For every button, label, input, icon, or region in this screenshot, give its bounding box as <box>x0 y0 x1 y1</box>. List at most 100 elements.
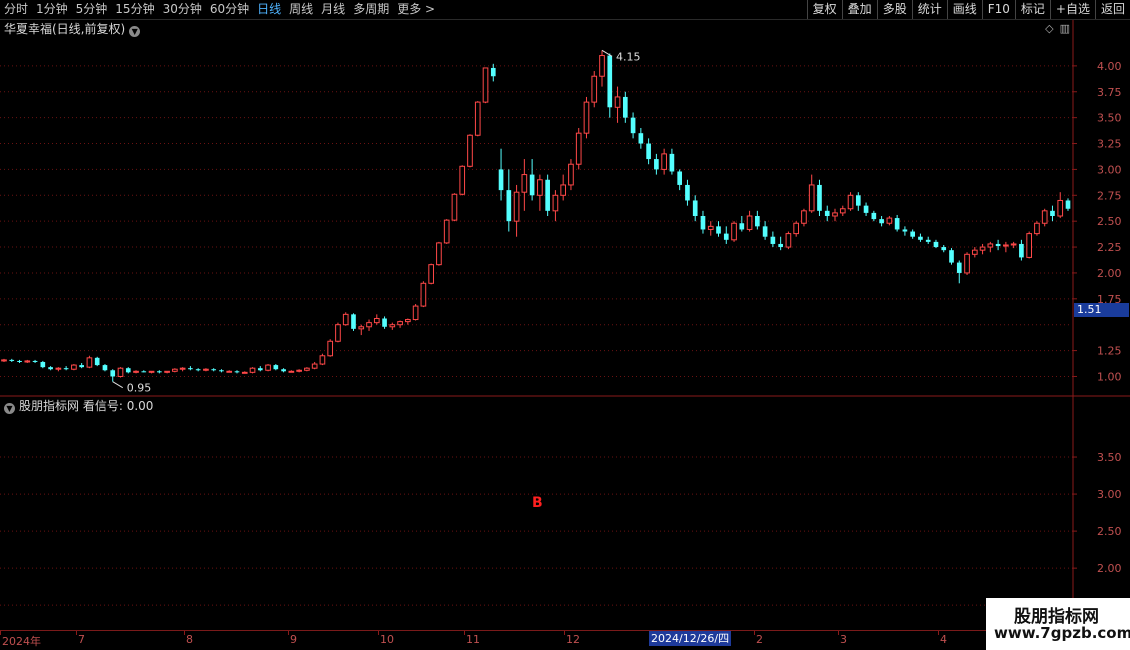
candle-body <box>1050 210 1055 216</box>
time-axis-label: 3 <box>840 633 847 646</box>
candle-body <box>839 208 846 214</box>
candle-body <box>894 218 900 230</box>
candle-body <box>762 226 768 237</box>
candle-body <box>436 242 442 266</box>
chevron-down-icon[interactable]: ▼ <box>4 403 15 414</box>
candle-body <box>739 223 745 230</box>
time-axis-label: 2024年 <box>2 635 41 648</box>
candle-body <box>281 369 286 372</box>
candle-body <box>513 191 520 222</box>
candle-body <box>405 319 411 323</box>
candle-body <box>467 134 473 167</box>
candle-body <box>1057 199 1064 217</box>
candle-body <box>871 212 877 220</box>
candle-body <box>459 165 466 195</box>
candle-body <box>296 369 302 372</box>
candle-body <box>879 219 884 224</box>
indicator-value: 看信号: 0.00 <box>82 399 154 413</box>
time-axis-tick <box>76 631 77 635</box>
indicator-tick-label: 3.50 <box>1097 451 1122 464</box>
candle-body <box>545 179 550 211</box>
candle-body <box>723 233 729 240</box>
candle-body <box>249 367 256 373</box>
current-price-tag: 1.51 <box>1074 303 1129 317</box>
candle-body <box>863 205 869 213</box>
candle-body <box>902 229 908 232</box>
candle-body <box>941 247 947 251</box>
indicator-tick-label: 3.00 <box>1097 488 1122 501</box>
candle-body <box>847 194 854 210</box>
candle-body <box>32 360 38 362</box>
candle-body <box>117 367 124 377</box>
time-axis-tick <box>564 631 565 635</box>
candle-body <box>351 314 356 329</box>
candle-body <box>1041 210 1048 224</box>
candle-body <box>1065 200 1071 209</box>
candle-body <box>575 132 582 165</box>
candle-body <box>755 216 760 227</box>
candle-body <box>995 243 1001 247</box>
candle-body <box>910 231 916 237</box>
candle-body <box>273 365 279 370</box>
buy-signal-marker: B <box>532 495 543 511</box>
candle-body <box>17 360 22 362</box>
candle-body <box>397 321 403 326</box>
date-cursor-label: 2024/12/26/四 <box>649 631 732 646</box>
candle-body <box>1010 243 1017 246</box>
candle-body <box>707 225 714 230</box>
candle-body <box>778 243 783 248</box>
candle-body <box>824 210 830 216</box>
time-axis-tick <box>754 631 755 635</box>
candle-body <box>1 359 7 362</box>
candle-body <box>241 371 248 374</box>
candle-body <box>933 241 939 248</box>
candle-body <box>1019 243 1024 258</box>
candle-body <box>529 174 535 196</box>
candle-body <box>1026 233 1032 258</box>
candle-body <box>964 253 970 274</box>
time-axis: 2024年 7 8 9 10 11 12 2 3 4 <box>0 630 1000 649</box>
time-axis-label: 12 <box>566 633 580 646</box>
candle-body <box>172 368 178 372</box>
candle-body <box>630 117 636 134</box>
candle-body <box>568 163 574 186</box>
kline-chart[interactable]: 4.003.753.503.253.002.752.502.252.001.75… <box>0 0 1130 650</box>
min-pointer <box>112 381 123 389</box>
price-tick-label: 1.00 <box>1097 370 1122 383</box>
price-tick-label: 4.00 <box>1097 60 1122 73</box>
candle-body <box>102 365 108 371</box>
candle-body <box>79 365 84 368</box>
candle-body <box>793 222 800 235</box>
time-axis-tick <box>378 631 379 635</box>
candle-body <box>591 75 598 103</box>
candle-body <box>211 369 217 371</box>
candle-body <box>614 96 621 108</box>
candle-body <box>987 243 994 248</box>
candle-body <box>669 153 675 172</box>
candle-body <box>498 169 504 191</box>
price-tick-label: 2.75 <box>1097 189 1122 202</box>
indicator-title: 股朋指标网 <box>19 399 80 413</box>
price-tick-label: 2.50 <box>1097 215 1122 228</box>
time-axis-tick <box>288 631 289 635</box>
candle-body <box>971 249 978 255</box>
candle-body <box>110 370 116 377</box>
time-axis-tick <box>0 631 1 635</box>
candle-body <box>373 317 380 324</box>
candle-body <box>1034 222 1040 235</box>
time-axis-label: 8 <box>186 633 193 646</box>
candle-body <box>451 193 458 221</box>
candle-body <box>746 215 753 230</box>
candle-body <box>420 282 427 307</box>
candle-body <box>335 324 341 342</box>
candle-body <box>1003 244 1009 247</box>
candle-body <box>925 239 931 242</box>
candle-body <box>133 370 139 373</box>
candle-body <box>203 368 209 371</box>
candle-body <box>700 216 706 230</box>
candle-body <box>188 368 193 370</box>
time-axis-tick <box>938 631 939 635</box>
candle-body <box>607 55 613 108</box>
price-tick-label: 1.25 <box>1097 345 1122 358</box>
candle-body <box>490 67 496 77</box>
